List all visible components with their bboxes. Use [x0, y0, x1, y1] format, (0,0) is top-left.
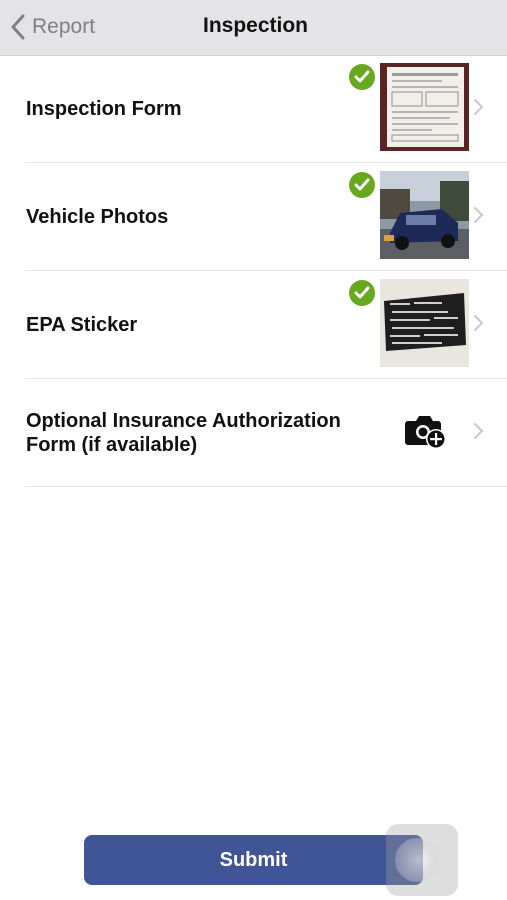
touch-point-icon: [395, 838, 439, 882]
list-item-label: Optional Insurance Authorization Form (i…: [26, 409, 341, 456]
inspection-items-list: Inspection Form Vehicle Photos EPA Stick…: [0, 55, 507, 487]
navigation-bar: Report Inspection: [0, 0, 507, 56]
list-item-label: Vehicle Photos: [26, 205, 169, 228]
chevron-right-icon: [471, 421, 485, 441]
list-item-label: EPA Sticker: [26, 313, 138, 336]
list-item-epa-sticker[interactable]: EPA Sticker: [25, 271, 507, 379]
vehicle-photo-thumbnail[interactable]: [380, 171, 469, 259]
list-item-label: Inspection Form: [26, 97, 182, 120]
camera-add-icon[interactable]: [404, 412, 448, 450]
inspection-screen: Report Inspection Inspection Form Vehicl…: [0, 0, 507, 900]
checkmark-icon: [349, 64, 375, 90]
checkmark-icon: [349, 280, 375, 306]
submit-button[interactable]: Submit: [84, 835, 423, 885]
list-item-vehicle-photos[interactable]: Vehicle Photos: [25, 163, 507, 271]
list-item-optional-insurance-form[interactable]: Optional Insurance Authorization Form (i…: [25, 379, 507, 487]
chevron-right-icon: [471, 205, 485, 225]
list-item-inspection-form[interactable]: Inspection Form: [25, 55, 507, 163]
checkmark-icon: [349, 172, 375, 198]
inspection-form-thumbnail[interactable]: [380, 63, 469, 151]
chevron-right-icon: [471, 97, 485, 117]
page-title: Inspection: [202, 14, 308, 37]
epa-sticker-thumbnail[interactable]: [380, 279, 469, 367]
chevron-right-icon: [471, 313, 485, 333]
